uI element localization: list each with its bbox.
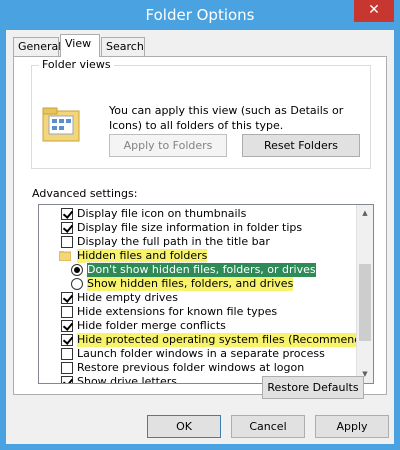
setting-label: Don't show hidden files, folders, or dri… [86, 262, 317, 278]
vertical-scrollbar[interactable]: ▲ ▼ [356, 205, 373, 383]
checkbox-checked[interactable] [61, 292, 73, 304]
cancel-button[interactable]: Cancel [231, 415, 305, 438]
close-button[interactable]: ✕ [354, 0, 394, 22]
folder-options-window: Folder Options ✕ General View Search Fol… [0, 0, 400, 450]
restore-defaults-button[interactable]: Restore Defaults [262, 376, 364, 399]
folder-views-description: You can apply this view (such as Details… [109, 104, 344, 132]
checkbox-checked[interactable] [61, 208, 73, 220]
ok-button[interactable]: OK [147, 415, 221, 438]
checkbox-checked[interactable] [61, 334, 73, 346]
setting-label: Display file size information in folder … [77, 221, 303, 234]
setting-label: Hide empty drives [77, 291, 178, 304]
radio-unselected[interactable] [71, 278, 83, 290]
apply-to-folders-button[interactable]: Apply to Folders [109, 134, 227, 157]
setting-label: Show drive letters [77, 375, 177, 384]
checkbox-checked[interactable] [61, 376, 73, 383]
title-bar[interactable]: Folder Options ✕ [0, 0, 400, 30]
setting-label: Launch folder windows in a separate proc… [77, 347, 325, 360]
setting-label: Show hidden files, folders, and drives [87, 277, 294, 291]
folder-views-label: Folder views [39, 58, 114, 71]
dialog-body: General View Search Folder views You can… [6, 30, 394, 444]
setting-label: Display file icon on thumbnails [77, 207, 247, 220]
scroll-up-icon[interactable]: ▲ [357, 205, 373, 222]
checkbox-unchecked[interactable] [61, 348, 73, 360]
advanced-settings-list[interactable]: Display file icon on thumbnails Display … [38, 204, 374, 384]
checkbox-unchecked[interactable] [61, 362, 73, 374]
checkbox-checked[interactable] [61, 320, 73, 332]
setting-label: Hide folder merge conflicts [77, 319, 226, 332]
close-icon: ✕ [368, 2, 380, 18]
folder-view-icon [42, 107, 80, 142]
checkbox-checked[interactable] [61, 222, 73, 234]
setting-label: Restore previous folder windows at logon [77, 361, 305, 374]
advanced-settings-label: Advanced settings: [32, 187, 138, 200]
checkbox-unchecked[interactable] [61, 236, 73, 248]
tab-search[interactable]: Search [101, 37, 145, 56]
window-title: Folder Options [145, 6, 255, 24]
radio-selected[interactable] [71, 264, 83, 276]
apply-button[interactable]: Apply [315, 415, 389, 438]
tab-view[interactable]: View [60, 34, 100, 57]
folder-icon [59, 251, 71, 261]
tab-general[interactable]: General [13, 37, 61, 56]
scroll-thumb[interactable] [359, 264, 371, 341]
reset-folders-button[interactable]: Reset Folders [242, 134, 360, 157]
view-tab-panel: Folder views You can apply this view (su… [13, 56, 387, 395]
setting-label: Hide extensions for known file types [77, 305, 278, 318]
setting-label: Hidden files and folders [77, 249, 208, 263]
setting-label: Display the full path in the title bar [77, 235, 270, 248]
checkbox-unchecked[interactable] [61, 306, 73, 318]
setting-label: Hide protected operating system files (R… [77, 333, 373, 347]
